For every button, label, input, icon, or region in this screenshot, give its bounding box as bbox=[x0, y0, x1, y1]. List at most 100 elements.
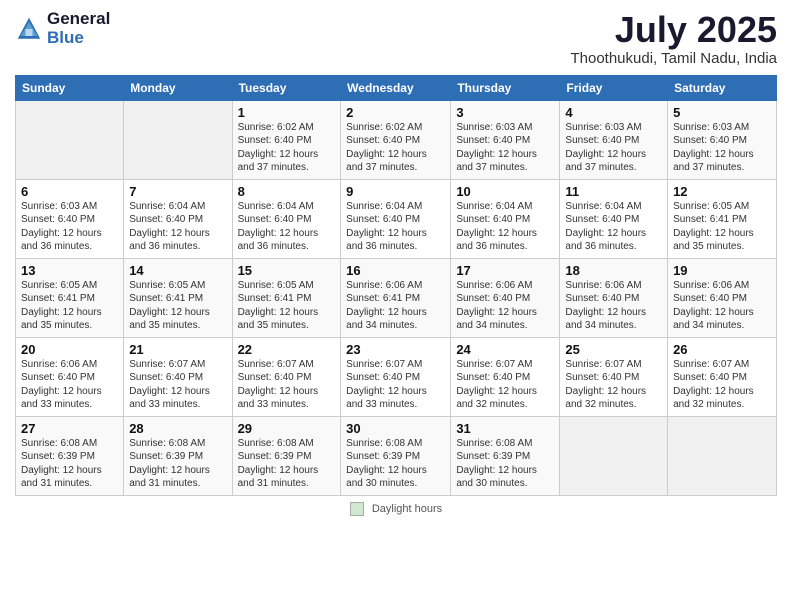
calendar-cell: 29Sunrise: 6:08 AMSunset: 6:39 PMDayligh… bbox=[232, 416, 341, 495]
col-header-friday: Friday bbox=[560, 75, 668, 100]
week-row-5: 27Sunrise: 6:08 AMSunset: 6:39 PMDayligh… bbox=[16, 416, 777, 495]
logo: General Blue bbox=[15, 10, 110, 47]
day-number: 10 bbox=[456, 184, 554, 199]
calendar-cell: 4Sunrise: 6:03 AMSunset: 6:40 PMDaylight… bbox=[560, 100, 668, 179]
calendar-cell: 1Sunrise: 6:02 AMSunset: 6:40 PMDaylight… bbox=[232, 100, 341, 179]
calendar-cell: 5Sunrise: 6:03 AMSunset: 6:40 PMDaylight… bbox=[668, 100, 777, 179]
week-row-2: 6Sunrise: 6:03 AMSunset: 6:40 PMDaylight… bbox=[16, 179, 777, 258]
day-number: 27 bbox=[21, 421, 118, 436]
day-detail: Sunrise: 6:05 AMSunset: 6:41 PMDaylight:… bbox=[21, 279, 118, 333]
day-detail: Sunrise: 6:04 AMSunset: 6:40 PMDaylight:… bbox=[129, 200, 226, 254]
calendar-cell: 20Sunrise: 6:06 AMSunset: 6:40 PMDayligh… bbox=[16, 337, 124, 416]
calendar-cell: 17Sunrise: 6:06 AMSunset: 6:40 PMDayligh… bbox=[451, 258, 560, 337]
day-number: 21 bbox=[129, 342, 226, 357]
day-number: 9 bbox=[346, 184, 445, 199]
day-detail: Sunrise: 6:02 AMSunset: 6:40 PMDaylight:… bbox=[346, 121, 445, 175]
day-number: 8 bbox=[238, 184, 336, 199]
calendar-cell: 8Sunrise: 6:04 AMSunset: 6:40 PMDaylight… bbox=[232, 179, 341, 258]
col-header-saturday: Saturday bbox=[668, 75, 777, 100]
day-detail: Sunrise: 6:03 AMSunset: 6:40 PMDaylight:… bbox=[456, 121, 554, 175]
day-detail: Sunrise: 6:04 AMSunset: 6:40 PMDaylight:… bbox=[565, 200, 662, 254]
calendar-cell bbox=[560, 416, 668, 495]
col-header-wednesday: Wednesday bbox=[341, 75, 451, 100]
header: General Blue July 2025 Thoothukudi, Tami… bbox=[15, 10, 777, 67]
day-number: 12 bbox=[673, 184, 771, 199]
calendar-cell: 28Sunrise: 6:08 AMSunset: 6:39 PMDayligh… bbox=[124, 416, 232, 495]
day-detail: Sunrise: 6:04 AMSunset: 6:40 PMDaylight:… bbox=[238, 200, 336, 254]
calendar-cell: 24Sunrise: 6:07 AMSunset: 6:40 PMDayligh… bbox=[451, 337, 560, 416]
calendar-cell bbox=[668, 416, 777, 495]
calendar-cell: 31Sunrise: 6:08 AMSunset: 6:39 PMDayligh… bbox=[451, 416, 560, 495]
day-detail: Sunrise: 6:06 AMSunset: 6:41 PMDaylight:… bbox=[346, 279, 445, 333]
day-number: 6 bbox=[21, 184, 118, 199]
day-number: 17 bbox=[456, 263, 554, 278]
calendar-table: SundayMondayTuesdayWednesdayThursdayFrid… bbox=[15, 75, 777, 496]
page: General Blue July 2025 Thoothukudi, Tami… bbox=[0, 0, 792, 612]
calendar-cell: 19Sunrise: 6:06 AMSunset: 6:40 PMDayligh… bbox=[668, 258, 777, 337]
day-number: 13 bbox=[21, 263, 118, 278]
day-detail: Sunrise: 6:05 AMSunset: 6:41 PMDaylight:… bbox=[238, 279, 336, 333]
day-detail: Sunrise: 6:06 AMSunset: 6:40 PMDaylight:… bbox=[673, 279, 771, 333]
col-header-monday: Monday bbox=[124, 75, 232, 100]
calendar-cell: 2Sunrise: 6:02 AMSunset: 6:40 PMDaylight… bbox=[341, 100, 451, 179]
day-detail: Sunrise: 6:03 AMSunset: 6:40 PMDaylight:… bbox=[21, 200, 118, 254]
calendar-cell: 9Sunrise: 6:04 AMSunset: 6:40 PMDaylight… bbox=[341, 179, 451, 258]
day-number: 29 bbox=[238, 421, 336, 436]
calendar-cell: 21Sunrise: 6:07 AMSunset: 6:40 PMDayligh… bbox=[124, 337, 232, 416]
calendar-cell: 15Sunrise: 6:05 AMSunset: 6:41 PMDayligh… bbox=[232, 258, 341, 337]
day-number: 1 bbox=[238, 105, 336, 120]
day-detail: Sunrise: 6:04 AMSunset: 6:40 PMDaylight:… bbox=[456, 200, 554, 254]
calendar-cell: 22Sunrise: 6:07 AMSunset: 6:40 PMDayligh… bbox=[232, 337, 341, 416]
day-number: 23 bbox=[346, 342, 445, 357]
day-number: 11 bbox=[565, 184, 662, 199]
calendar-cell: 16Sunrise: 6:06 AMSunset: 6:41 PMDayligh… bbox=[341, 258, 451, 337]
calendar-cell: 18Sunrise: 6:06 AMSunset: 6:40 PMDayligh… bbox=[560, 258, 668, 337]
day-number: 19 bbox=[673, 263, 771, 278]
day-number: 2 bbox=[346, 105, 445, 120]
day-detail: Sunrise: 6:08 AMSunset: 6:39 PMDaylight:… bbox=[129, 437, 226, 491]
day-number: 5 bbox=[673, 105, 771, 120]
day-detail: Sunrise: 6:07 AMSunset: 6:40 PMDaylight:… bbox=[673, 358, 771, 412]
day-detail: Sunrise: 6:07 AMSunset: 6:40 PMDaylight:… bbox=[565, 358, 662, 412]
day-detail: Sunrise: 6:07 AMSunset: 6:40 PMDaylight:… bbox=[238, 358, 336, 412]
day-number: 22 bbox=[238, 342, 336, 357]
title-block: July 2025 Thoothukudi, Tamil Nadu, India bbox=[570, 10, 777, 67]
calendar-cell: 14Sunrise: 6:05 AMSunset: 6:41 PMDayligh… bbox=[124, 258, 232, 337]
day-number: 18 bbox=[565, 263, 662, 278]
calendar-cell bbox=[16, 100, 124, 179]
week-row-4: 20Sunrise: 6:06 AMSunset: 6:40 PMDayligh… bbox=[16, 337, 777, 416]
day-detail: Sunrise: 6:07 AMSunset: 6:40 PMDaylight:… bbox=[346, 358, 445, 412]
logo-icon bbox=[15, 15, 43, 43]
day-number: 30 bbox=[346, 421, 445, 436]
day-detail: Sunrise: 6:06 AMSunset: 6:40 PMDaylight:… bbox=[456, 279, 554, 333]
day-number: 26 bbox=[673, 342, 771, 357]
day-detail: Sunrise: 6:08 AMSunset: 6:39 PMDaylight:… bbox=[238, 437, 336, 491]
day-detail: Sunrise: 6:06 AMSunset: 6:40 PMDaylight:… bbox=[565, 279, 662, 333]
calendar-cell: 27Sunrise: 6:08 AMSunset: 6:39 PMDayligh… bbox=[16, 416, 124, 495]
day-number: 14 bbox=[129, 263, 226, 278]
week-row-3: 13Sunrise: 6:05 AMSunset: 6:41 PMDayligh… bbox=[16, 258, 777, 337]
footer-label: Daylight hours bbox=[372, 503, 442, 515]
day-number: 24 bbox=[456, 342, 554, 357]
day-number: 20 bbox=[21, 342, 118, 357]
day-detail: Sunrise: 6:04 AMSunset: 6:40 PMDaylight:… bbox=[346, 200, 445, 254]
day-detail: Sunrise: 6:07 AMSunset: 6:40 PMDaylight:… bbox=[129, 358, 226, 412]
logo-text: General Blue bbox=[47, 10, 110, 47]
day-detail: Sunrise: 6:03 AMSunset: 6:40 PMDaylight:… bbox=[673, 121, 771, 175]
calendar-cell: 25Sunrise: 6:07 AMSunset: 6:40 PMDayligh… bbox=[560, 337, 668, 416]
day-detail: Sunrise: 6:05 AMSunset: 6:41 PMDaylight:… bbox=[129, 279, 226, 333]
week-row-1: 1Sunrise: 6:02 AMSunset: 6:40 PMDaylight… bbox=[16, 100, 777, 179]
day-number: 31 bbox=[456, 421, 554, 436]
col-header-tuesday: Tuesday bbox=[232, 75, 341, 100]
day-detail: Sunrise: 6:08 AMSunset: 6:39 PMDaylight:… bbox=[21, 437, 118, 491]
day-number: 25 bbox=[565, 342, 662, 357]
col-header-thursday: Thursday bbox=[451, 75, 560, 100]
logo-blue: Blue bbox=[47, 29, 110, 48]
calendar-cell: 7Sunrise: 6:04 AMSunset: 6:40 PMDaylight… bbox=[124, 179, 232, 258]
day-detail: Sunrise: 6:03 AMSunset: 6:40 PMDaylight:… bbox=[565, 121, 662, 175]
day-detail: Sunrise: 6:06 AMSunset: 6:40 PMDaylight:… bbox=[21, 358, 118, 412]
calendar-cell: 26Sunrise: 6:07 AMSunset: 6:40 PMDayligh… bbox=[668, 337, 777, 416]
calendar-cell: 30Sunrise: 6:08 AMSunset: 6:39 PMDayligh… bbox=[341, 416, 451, 495]
day-detail: Sunrise: 6:02 AMSunset: 6:40 PMDaylight:… bbox=[238, 121, 336, 175]
day-detail: Sunrise: 6:08 AMSunset: 6:39 PMDaylight:… bbox=[456, 437, 554, 491]
